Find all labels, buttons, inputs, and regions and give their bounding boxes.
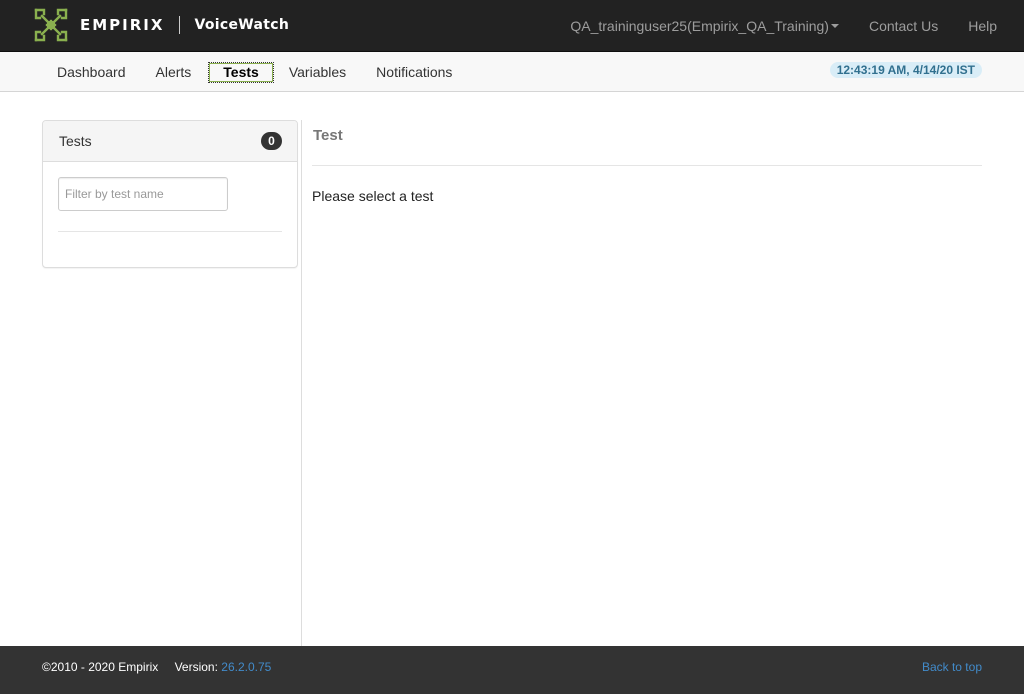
tab-variables[interactable]: Variables [274,62,361,83]
tests-panel: Tests 0 [42,120,298,268]
brand-separator [179,16,181,34]
main-tabs: Dashboard Alerts Tests Variables Notific… [42,62,467,83]
version-value: 26.2.0.75 [221,660,272,674]
footer: ©2010 - 2020 Empirix Version: 26.2.0.75 … [0,646,1024,694]
help-link[interactable]: Help [953,18,1024,34]
tab-tests[interactable]: Tests [208,62,274,83]
filter-tests-input[interactable] [58,177,228,211]
contact-us-link[interactable]: Contact Us [854,18,953,34]
user-menu-label: QA_traininguser25(Empirix_QA_Training) [570,18,829,34]
tests-panel-heading: Tests 0 [43,121,297,162]
tests-panel-title: Tests [59,133,92,149]
panel-divider [58,231,282,232]
copyright-text: ©2010 - 2020 Empirix [42,660,159,674]
footer-info: ©2010 - 2020 Empirix Version: 26.2.0.75 [42,660,271,674]
brand-name: EMPIRIX [80,16,165,34]
tests-count-badge: 0 [261,132,282,150]
select-test-message: Please select a test [312,188,434,204]
caret-down-icon [830,24,839,29]
top-nav-links: QA_traininguser25(Empirix_QA_Training) C… [555,0,1024,52]
vertical-divider [301,120,302,646]
server-time-badge: 12:43:19 AM, 4/14/20 IST [829,62,982,78]
title-divider [312,165,982,166]
tab-alerts[interactable]: Alerts [141,62,207,83]
sub-navbar: Dashboard Alerts Tests Variables Notific… [0,52,1024,92]
version-label: Version: [174,660,218,674]
user-menu-dropdown[interactable]: QA_traininguser25(Empirix_QA_Training) [555,18,854,34]
empirix-logo-icon [33,7,69,43]
test-detail-title: Test [313,127,343,144]
product-name: VoiceWatch [194,17,290,33]
back-to-top-link[interactable]: Back to top [922,660,982,674]
tab-notifications[interactable]: Notifications [361,62,467,83]
top-navbar: EMPIRIX VoiceWatch QA_traininguser25(Emp… [0,0,1024,52]
brand[interactable]: EMPIRIX VoiceWatch [33,7,289,43]
tab-dashboard[interactable]: Dashboard [42,62,141,83]
